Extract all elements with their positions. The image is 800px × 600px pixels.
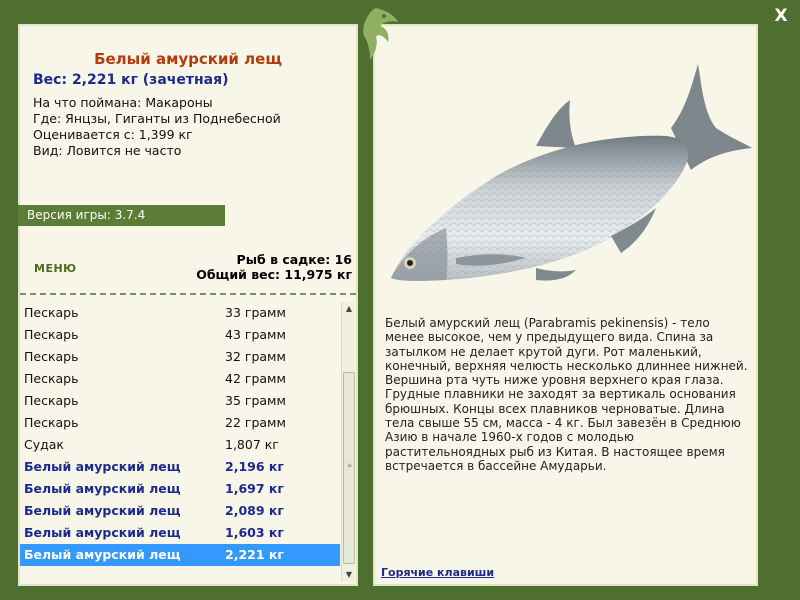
catch-list: Пескарь 33 грамм Пескарь 43 грамм Пескарь 3… (20, 302, 340, 584)
item-name: Пескарь (24, 371, 79, 386)
list-item[interactable]: Пескарь 35 грамм (20, 390, 340, 412)
fish-count: Рыб в садке: 16 (236, 252, 352, 267)
item-name: Пескарь (24, 305, 79, 320)
item-weight: 42 грамм (225, 371, 286, 386)
grip-icon: ≡ (347, 462, 353, 469)
fish-image (391, 64, 752, 281)
list-item[interactable]: Пескарь 33 грамм (20, 302, 340, 324)
close-button[interactable]: X (771, 6, 791, 26)
item-name: Белый амурский лещ (24, 481, 181, 496)
item-weight: 2,221 кг (225, 547, 284, 562)
item-name: Белый амурский лещ (24, 503, 181, 518)
item-name: Пескарь (24, 349, 79, 364)
item-weight: 2,196 кг (225, 459, 284, 474)
menu-button[interactable]: МЕНЮ (34, 262, 77, 275)
fish-location: Где: Янцзы, Гиганты из Поднебесной (33, 111, 281, 126)
item-weight: 43 грамм (225, 327, 286, 342)
list-item[interactable]: Пескарь 43 грамм (20, 324, 340, 346)
list-item[interactable]: Пескарь 42 грамм (20, 368, 340, 390)
list-item[interactable]: Пескарь 22 грамм (20, 412, 340, 434)
item-name: Пескарь (24, 393, 79, 408)
list-item[interactable]: Белый амурский лещ 1,603 кг (20, 522, 340, 544)
list-item[interactable]: Белый амурский лещ 1,697 кг (20, 478, 340, 500)
item-weight: 33 грамм (225, 305, 286, 320)
fish-weight: Вес: 2,221 кг (зачетная) (33, 72, 229, 88)
list-item[interactable]: Судак 1,807 кг (20, 434, 340, 456)
list-scrollbar[interactable]: ▲ ≡ ▼ (341, 302, 355, 582)
list-item[interactable]: Белый амурский лещ 2,196 кг (20, 456, 340, 478)
scroll-up-icon[interactable]: ▲ (342, 302, 356, 316)
fish-title: Белый амурский лещ (94, 50, 282, 68)
item-name: Пескарь (24, 415, 79, 430)
item-weight: 1,603 кг (225, 525, 284, 540)
fish-bait: На что поймана: Макароны (33, 95, 213, 110)
item-weight: 1,807 кг (225, 437, 279, 452)
item-weight: 1,697 кг (225, 481, 284, 496)
fish-valued: Оценивается с: 1,399 кг (33, 127, 193, 142)
hotkeys-link[interactable]: Горячие клавиши (381, 566, 494, 579)
scroll-down-icon[interactable]: ▼ (342, 568, 356, 582)
fish-description: Белый амурский лещ (Parabramis pekinensi… (385, 316, 748, 473)
item-weight: 22 грамм (225, 415, 286, 430)
item-name: Белый амурский лещ (24, 459, 181, 474)
item-weight: 35 грамм (225, 393, 286, 408)
list-item[interactable]: Пескарь 32 грамм (20, 346, 340, 368)
item-weight: 32 грамм (225, 349, 286, 364)
item-name: Белый амурский лещ (24, 547, 181, 562)
scroll-thumb[interactable]: ≡ (343, 372, 355, 564)
catch-stats: Рыб в садке: 16 Общий вес: 11,975 кг (196, 252, 352, 282)
fish-kind: Вид: Ловится не часто (33, 143, 182, 158)
list-item-selected[interactable]: Белый амурский лещ 2,221 кг (20, 544, 340, 566)
item-weight: 2,089 кг (225, 503, 284, 518)
item-name: Пескарь (24, 327, 79, 342)
item-name: Белый амурский лещ (24, 525, 181, 540)
item-name: Судак (24, 437, 64, 452)
divider (20, 293, 356, 295)
list-item[interactable]: Белый амурский лещ 2,089 кг (20, 500, 340, 522)
version-label: Версия игры: 3.7.4 (18, 205, 225, 226)
total-weight: Общий вес: 11,975 кг (196, 267, 352, 282)
